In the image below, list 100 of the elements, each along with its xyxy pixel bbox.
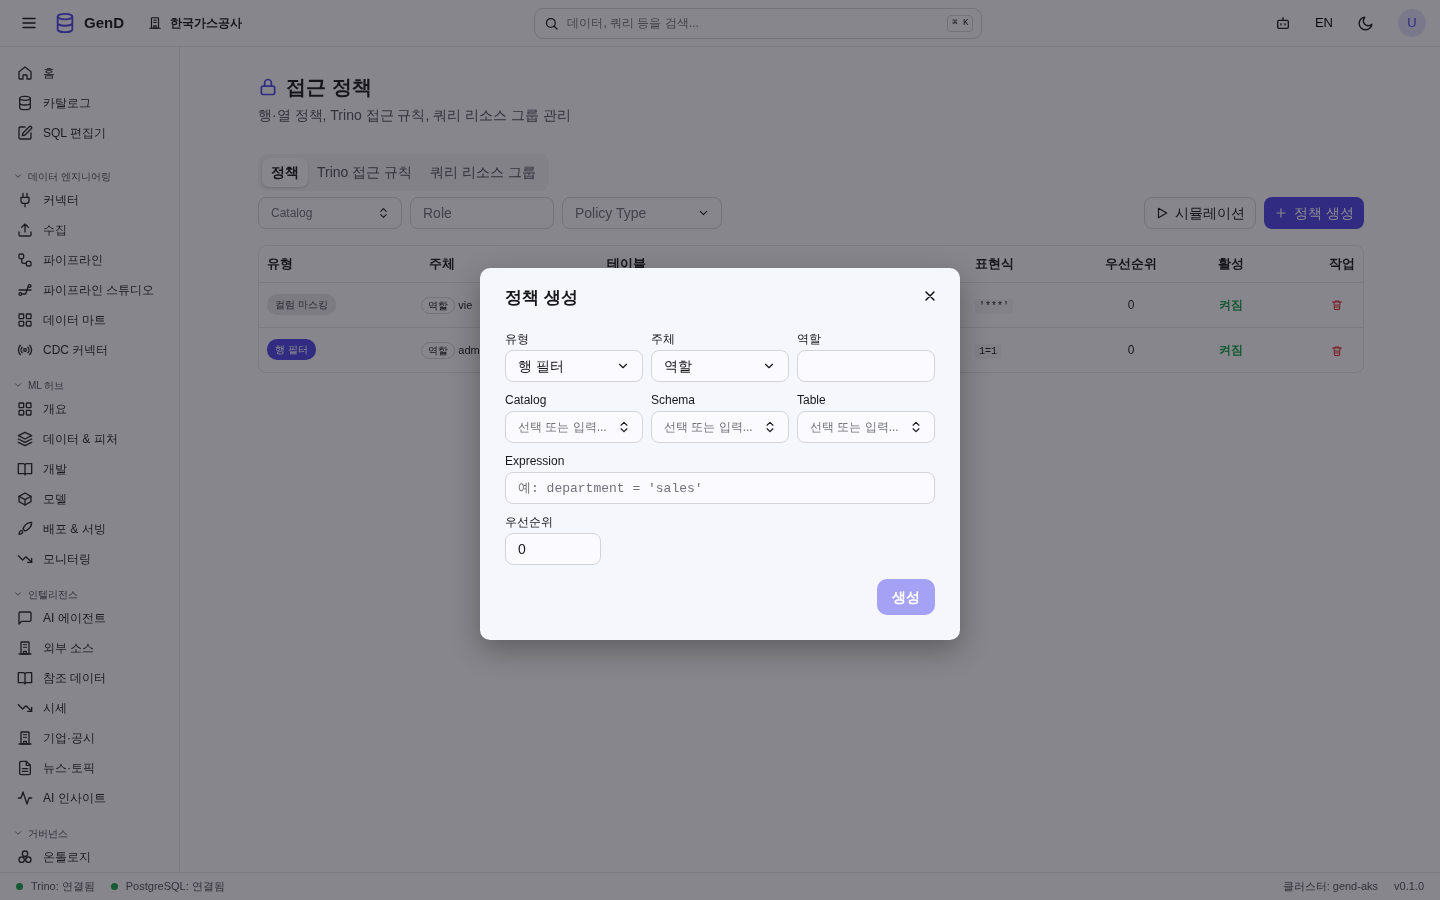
cluster-name: 클러스터: gend-aks [1282,879,1379,895]
play-icon [1155,206,1170,220]
number-field[interactable]: 0 [505,533,601,566]
sidebar-item[interactable]: 시세 [0,693,179,723]
column-header: 주체 [429,256,455,271]
select-field[interactable]: 행 필터 [505,350,643,383]
combobox-field[interactable]: 선택 또는 입력... [651,411,789,444]
priority-text: 0 [1127,297,1135,312]
field-label: Schema [651,392,697,410]
sidebar-item[interactable]: 홈 [0,58,179,88]
page-title: 접근 정책 [286,75,372,99]
sidebar-item[interactable]: 데이터 마트 [0,305,179,335]
priority-text: 0 [1127,342,1135,357]
trash-icon [1331,299,1343,312]
filter-field[interactable]: Role [410,197,554,229]
building-icon [17,640,33,656]
user-avatar[interactable]: U [1398,9,1426,37]
chevron-icon [13,828,23,838]
cubes-icon [17,849,33,865]
sidebar-section[interactable]: 데이터 엔지니어링 [13,168,111,184]
sidebar-section[interactable]: 인텔리전스 [13,586,78,602]
status-dot [110,883,118,890]
simulate-button[interactable]: 시뮬레이션 [1144,197,1257,229]
select-field[interactable]: 역할 [651,350,789,383]
sidebar-item[interactable]: 데이터 & 피처 [0,424,179,454]
field-label: Table [797,392,827,410]
sidebar-item[interactable]: 모니터링 [0,544,179,574]
sidebar-item[interactable]: 카탈로그 [0,88,179,118]
connection-status: Trino: 연결됨 [31,879,95,895]
plus-icon [1274,206,1289,220]
activity-icon [17,790,33,806]
sidebar-item[interactable]: AI 에이전트 [0,603,179,633]
sidebar-section[interactable]: 거버넌스 [13,825,68,841]
sidebar-item[interactable]: 개발 [0,454,179,484]
database-icon [17,95,33,111]
plug-icon [17,192,33,208]
input-field[interactable] [797,350,935,383]
rocket-icon [17,521,33,537]
page-subtitle: 행·열 정책, Trino 접근 규칙, 쿼리 리소스 그룹 관리 [258,106,572,125]
sidebar-item[interactable]: 모델 [0,484,179,514]
building-icon [148,16,162,30]
moon-icon [1357,14,1374,32]
organization-name: 한국가스공사 [170,15,242,32]
sidebar-item[interactable]: 배포 & 서빙 [0,514,179,544]
policy-type-tag: 컬럼 마스킹 [267,294,336,315]
database-icon [54,12,76,34]
column-header: 활성 [1218,256,1244,271]
status-dot [16,883,23,890]
sidebar-item[interactable]: 파이프라인 스튜디오 [0,275,179,305]
filter-field[interactable]: Policy Type [562,197,722,229]
sidebar-item[interactable]: CDC 커넥터 [0,335,179,365]
column-header: 우선순위 [1105,256,1157,271]
sidebar-item[interactable]: AI 인사이트 [0,783,179,813]
sidebar-item[interactable]: 기업·공시 [0,723,179,753]
book-icon [17,461,33,477]
active-status: 켜짐 [1219,342,1243,357]
field-label: 역할 [797,331,822,349]
sidebar-item[interactable]: 뉴스·토픽 [0,753,179,783]
chevron-icon [13,589,23,599]
version-text: v0.1.0 [1394,879,1424,895]
subject-text: vie [458,298,473,311]
chat-icon [17,610,33,626]
sidebar-item[interactable]: 참조 데이터 [0,663,179,693]
sidebar-item[interactable]: 온톨로지 [0,842,179,872]
sidebar-item[interactable]: 파이프라인 [0,245,179,275]
delete-button[interactable] [1331,344,1343,357]
column-header: 표현식 [975,256,1014,271]
search-icon [544,15,560,31]
delete-button[interactable] [1331,299,1343,312]
sidebar-item[interactable]: 개요 [0,394,179,424]
tab[interactable]: 정책 [262,158,308,187]
filter-field[interactable]: Catalog [258,197,402,229]
upload-icon [17,222,33,238]
sidebar-item[interactable]: 수집 [0,215,179,245]
expression-code: '***' [975,298,1013,314]
sidebar-item[interactable]: 외부 소스 [0,633,179,663]
route-icon [17,252,33,268]
building-icon [17,730,33,746]
sidebar-item[interactable]: 커넥터 [0,185,179,215]
sidebar-section[interactable]: ML 허브 [13,377,65,393]
combobox-field[interactable]: 선택 또는 입력... [505,411,643,444]
field-label: Catalog [505,392,548,410]
dialog-title: 정책 생성 [505,288,578,309]
combobox-field[interactable]: 선택 또는 입력... [797,411,935,444]
field-label: 주체 [651,331,676,349]
edit-icon [17,125,33,141]
cube-icon [17,491,33,507]
active-status: 켜짐 [1219,297,1243,312]
tab[interactable]: 쿼리 리소스 그룹 [421,158,545,187]
sidebar-item[interactable]: SQL 편집기 [0,118,179,148]
create-button[interactable]: 정책 생성 [1264,197,1364,229]
tab[interactable]: Trino 접근 규칙 [308,158,422,187]
chevron-icon [13,171,23,181]
book-icon [17,670,33,686]
subject-text: adm [458,343,480,356]
trash-icon [1331,344,1343,357]
expression-code: 1=1 [975,343,1001,359]
language-button[interactable]: EN [1314,13,1333,33]
app-name: GenD [84,12,124,33]
expression-field[interactable]: 예: department = 'sales' [505,472,935,505]
